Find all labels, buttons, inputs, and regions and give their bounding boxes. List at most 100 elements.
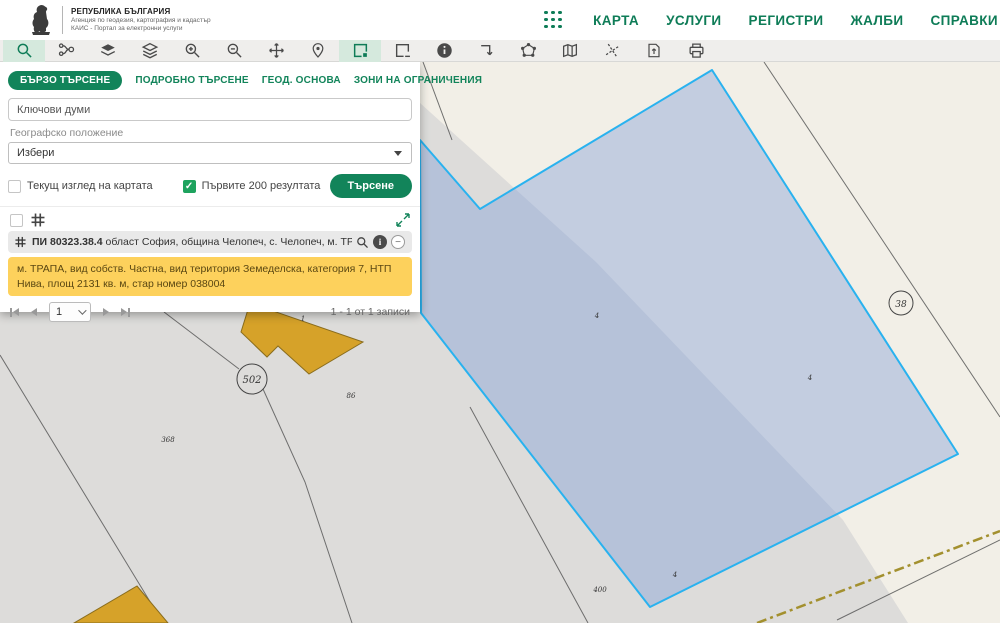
page-number-select[interactable]: 1: [49, 302, 91, 323]
tab-quick-search[interactable]: БЪРЗО ТЪРСЕНЕ: [8, 71, 123, 90]
main-nav: КАРТА УСЛУГИ РЕГИСТРИ ЖАЛБИ СПРАВКИ: [544, 10, 1000, 30]
cross-section-tool-button[interactable]: [591, 40, 633, 62]
next-page-icon: [103, 308, 109, 317]
agency-logo: РЕПУБЛИКА БЪЛГАРИЯ Агенция по геодезия, …: [0, 4, 211, 36]
tab-restriction-zones[interactable]: ЗОНИ НА ОГРАНИЧЕНИЯ: [354, 75, 482, 86]
current-view-label: Текущ изглед на картата: [27, 180, 153, 192]
zoom-out-icon: [227, 43, 242, 58]
location-tool-button[interactable]: [297, 40, 339, 62]
location-pin-icon: [312, 43, 324, 58]
pagination: 1 1 - 1 от 1 записи: [10, 302, 410, 323]
next-page-button[interactable]: [103, 308, 109, 317]
network-nodes-icon: [58, 43, 74, 57]
coat-of-arms-lion-icon: [32, 5, 50, 35]
search-options-row: Текущ изглед на картата ✓ Първите 200 ре…: [8, 174, 412, 198]
geo-select-value: Избери: [17, 147, 55, 159]
pan-tool-button[interactable]: [255, 40, 297, 62]
rect-select-tool-button[interactable]: [339, 39, 381, 62]
results-divider: [0, 206, 420, 207]
parcel-point-label: 4: [807, 374, 812, 382]
first-page-icon: [13, 308, 19, 317]
zoom-to-result-icon[interactable]: [356, 236, 369, 249]
select-arrow: [385, 143, 411, 163]
parcel-number-400: 400: [592, 586, 607, 594]
svg-text:38: 38: [895, 300, 907, 310]
info-tool-button[interactable]: [423, 40, 465, 62]
logo-divider: [62, 6, 63, 34]
zoom-out-tool-button[interactable]: [213, 40, 255, 62]
prev-page-button[interactable]: [31, 308, 37, 317]
keywords-input[interactable]: [8, 98, 412, 121]
expand-results-button[interactable]: [396, 213, 410, 227]
nav-item-registers[interactable]: РЕГИСТРИ: [749, 13, 824, 28]
layers-tool-button[interactable]: [129, 40, 171, 62]
search-tabs: БЪРЗО ТЪРСЕНЕ ПОДРОБНО ТЪРСЕНЕ ГЕОД. ОСН…: [0, 62, 482, 96]
print-tool-button[interactable]: [675, 40, 717, 62]
polygon-select-icon: [520, 43, 536, 57]
apps-grid-icon[interactable]: [544, 10, 563, 30]
geo-position-select[interactable]: Избери: [8, 142, 412, 164]
layers-icon: [141, 42, 159, 59]
expand-icon: [396, 213, 410, 227]
nav-item-map[interactable]: КАРТА: [593, 13, 639, 28]
network-tool-button[interactable]: [45, 40, 87, 62]
info-icon: [436, 43, 452, 58]
identify-tool-button[interactable]: [465, 40, 507, 62]
pan-move-icon: [268, 43, 284, 58]
geo-position-label: Географско положение: [10, 127, 124, 139]
chevron-down-icon: [394, 150, 402, 156]
grid-icon: [15, 236, 26, 248]
search-panel: БЪРЗО ТЪРСЕНЕ ПОДРОБНО ТЪРСЕНЕ ГЕОД. ОСН…: [0, 62, 482, 323]
map-toolbar: [0, 39, 1000, 62]
nav-item-services[interactable]: УСЛУГИ: [666, 13, 721, 28]
active-layer-tool-button[interactable]: [87, 40, 129, 62]
export-tool-button[interactable]: [633, 40, 675, 62]
app-header: РЕПУБЛИКА БЪЛГАРИЯ Агенция по геодезия, …: [0, 0, 1000, 40]
corner-arrow-icon: [480, 45, 493, 56]
zoom-in-icon: [185, 43, 200, 58]
prev-page-icon: [31, 308, 37, 317]
last-page-button[interactable]: [121, 307, 130, 317]
export-page-icon: [648, 43, 660, 58]
result-location: област София, община Челопеч, с. Челопеч…: [105, 236, 352, 248]
result-details-box: м. ТРАПА, вид собств. Частна, вид терито…: [8, 257, 412, 297]
result-parcel-id: ПИ 80323.38.4: [31, 236, 103, 248]
select-all-row: [10, 213, 410, 227]
parcel-point-label: 4: [594, 312, 599, 320]
first-200-label: Първите 200 резултата: [201, 180, 321, 192]
rectangle-select-icon: [353, 43, 367, 58]
zoom-in-tool-button[interactable]: [171, 40, 213, 62]
result-actions: i −: [352, 235, 405, 249]
nav-item-complaints[interactable]: ЖАЛБИ: [850, 13, 903, 28]
result-info-button[interactable]: i: [373, 235, 387, 249]
tab-detailed-search[interactable]: ПОДРОБНО ТЪРСЕНЕ: [135, 75, 248, 86]
org-portal: КАИС - Портал за електронни услуги: [71, 25, 183, 32]
chevron-down-icon: [78, 306, 87, 316]
rect-subtract-tool-button[interactable]: [381, 40, 423, 62]
select-all-checkbox[interactable]: [10, 213, 23, 227]
tab-geodetic-basis[interactable]: ГЕОД. ОСНОВА: [262, 75, 341, 86]
current-view-checkbox[interactable]: [8, 179, 21, 193]
search-tool-button[interactable]: [3, 39, 45, 62]
nav-item-references[interactable]: СПРАВКИ: [930, 13, 998, 28]
first-page-button[interactable]: [10, 307, 19, 317]
axes-cross-icon: [605, 43, 619, 58]
grid-icon: [31, 213, 45, 227]
org-republic: РЕПУБЛИКА БЪЛГАРИЯ: [71, 6, 171, 16]
first-200-checkbox[interactable]: ✓: [182, 179, 196, 193]
parcel-point-label: 4: [672, 571, 677, 579]
page-number-value: 1: [56, 306, 63, 319]
polygon-select-tool-button[interactable]: [507, 40, 549, 62]
layer-top-icon: [100, 43, 116, 56]
map-overview-tool-button[interactable]: [549, 40, 591, 62]
parcel-number-86: 86: [347, 392, 356, 400]
search-icon: [17, 43, 32, 58]
printer-icon: [688, 43, 704, 58]
records-summary: 1 - 1 от 1 записи: [330, 306, 410, 319]
search-button[interactable]: Търсене: [329, 174, 412, 198]
folded-map-icon: [562, 43, 578, 58]
result-collapse-button[interactable]: −: [391, 235, 405, 249]
last-page-icon: [121, 308, 127, 317]
rectangle-subtract-icon: [395, 43, 410, 58]
result-row[interactable]: ПИ 80323.38.4 област София, община Челоп…: [8, 231, 412, 253]
